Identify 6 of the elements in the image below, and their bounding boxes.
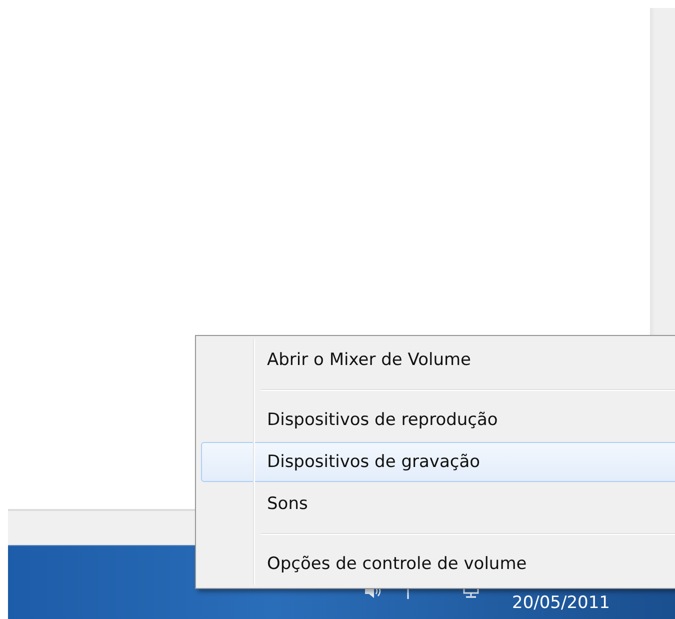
menu-item[interactable]: Dispositivos de gravação: [201, 442, 675, 482]
menu-item[interactable]: Sons: [201, 483, 675, 525]
menu-item[interactable]: Abrir o Mixer de Volume: [201, 339, 675, 381]
clock-date[interactable]: 20/05/2011: [512, 593, 610, 613]
menu-item[interactable]: Opções de controle de volume: [201, 543, 675, 585]
menu-item[interactable]: Dispositivos de reprodução: [201, 399, 675, 441]
